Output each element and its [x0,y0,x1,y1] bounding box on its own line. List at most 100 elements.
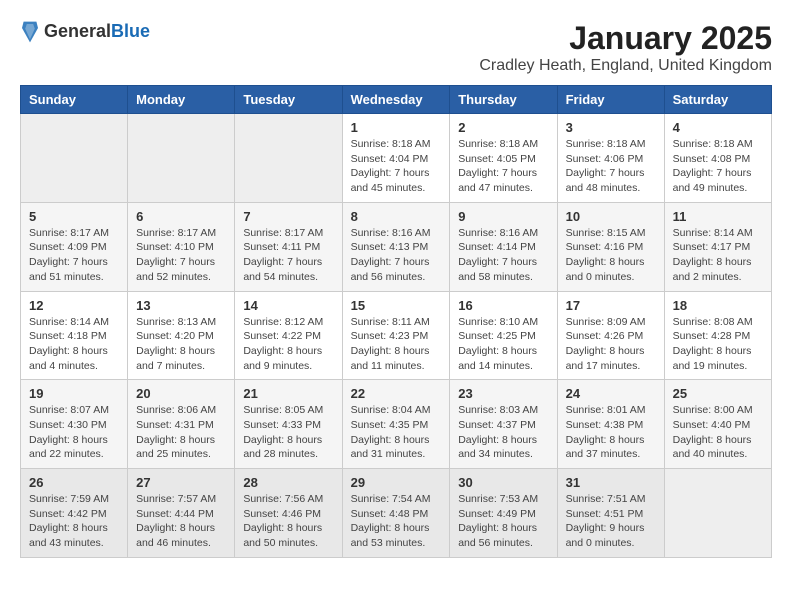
day-info: Sunrise: 8:18 AM Sunset: 4:06 PM Dayligh… [566,137,656,196]
calendar-day-cell [235,114,342,203]
day-number: 20 [136,386,226,401]
calendar-day-cell: 9 Sunrise: 8:16 AM Sunset: 4:14 PM Daylig… [450,202,557,291]
calendar-day-cell: 20Sunrise: 8:06 AM Sunset: 4:31 PM Dayli… [128,380,235,469]
day-number: 4 [673,120,763,135]
calendar-day-cell: 8Sunrise: 8:16 AM Sunset: 4:13 PM Daylig… [342,202,450,291]
calendar-day-cell: 4Sunrise: 8:18 AM Sunset: 4:08 PM Daylig… [664,114,771,203]
calendar: SundayMondayTuesdayWednesdayThursdayFrid… [20,85,772,558]
day-number: 27 [136,475,226,490]
day-number: 18 [673,298,763,313]
day-info: Sunrise: 8:05 AM Sunset: 4:33 PM Dayligh… [243,403,333,462]
day-info: Sunrise: 8:14 AM Sunset: 4:17 PM Dayligh… [673,226,763,285]
calendar-day-cell: 7 Sunrise: 8:17 AM Sunset: 4:11 PM Daylig… [235,202,342,291]
day-info: Sunrise: 7:57 AM Sunset: 4:44 PM Dayligh… [136,492,226,551]
day-number: 25 [673,386,763,401]
day-info: Sunrise: 8:15 AM Sunset: 4:16 PM Dayligh… [566,226,656,285]
calendar-day-cell: 13Sunrise: 8:13 AM Sunset: 4:20 PM Dayli… [128,291,235,380]
calendar-day-cell: 24 Sunrise: 8:01 AM Sunset: 4:38 PM Dayli… [557,380,664,469]
day-info: Sunrise: 8:00 AM Sunset: 4:40 PM Dayligh… [673,403,763,462]
day-info: Sunrise: 8:17 AM Sunset: 4:11 PM Dayligh… [243,226,333,285]
day-info: Sunrise: 8:17 AM Sunset: 4:10 PM Dayligh… [136,226,226,285]
calendar-day-cell: 14Sunrise: 8:12 AM Sunset: 4:22 PM Dayli… [235,291,342,380]
day-number: 9 [458,209,548,224]
calendar-day-cell [21,114,128,203]
day-info: Sunrise: 8:08 AM Sunset: 4:28 PM Dayligh… [673,315,763,374]
weekday-header: Friday [557,86,664,114]
calendar-day-cell: 21Sunrise: 8:05 AM Sunset: 4:33 PM Dayli… [235,380,342,469]
calendar-week-row: 19 Sunrise: 8:07 AM Sunset: 4:30 PM Dayli… [21,380,772,469]
calendar-day-cell [128,114,235,203]
month-title: January 2025 [479,20,772,57]
day-info: Sunrise: 8:09 AM Sunset: 4:26 PM Dayligh… [566,315,656,374]
page-header: GeneralBlue January 2025 Cradley Heath, … [20,20,772,75]
day-number: 10 [566,209,656,224]
day-info: Sunrise: 8:16 AM Sunset: 4:14 PM Dayligh… [458,226,548,285]
day-info: Sunrise: 8:18 AM Sunset: 4:05 PM Dayligh… [458,137,548,196]
logo-blue: Blue [111,21,150,41]
calendar-day-cell: 10 Sunrise: 8:15 AM Sunset: 4:16 PM Dayli… [557,202,664,291]
day-info: Sunrise: 8:17 AM Sunset: 4:09 PM Dayligh… [29,226,119,285]
logo: GeneralBlue [20,20,150,44]
calendar-day-cell: 17Sunrise: 8:09 AM Sunset: 4:26 PM Dayli… [557,291,664,380]
weekday-header: Saturday [664,86,771,114]
location-title: Cradley Heath, England, United Kingdom [479,57,772,75]
logo-text: GeneralBlue [44,22,150,42]
calendar-day-cell: 11 Sunrise: 8:14 AM Sunset: 4:17 PM Dayli… [664,202,771,291]
weekday-header: Wednesday [342,86,450,114]
day-info: Sunrise: 8:16 AM Sunset: 4:13 PM Dayligh… [351,226,442,285]
calendar-day-cell: 6 Sunrise: 8:17 AM Sunset: 4:10 PM Daylig… [128,202,235,291]
day-number: 1 [351,120,442,135]
calendar-day-cell: 12 Sunrise: 8:14 AM Sunset: 4:18 PM Dayli… [21,291,128,380]
logo-general: General [44,21,111,41]
calendar-day-cell: 27 Sunrise: 7:57 AM Sunset: 4:44 PM Dayli… [128,469,235,558]
day-number: 7 [243,209,333,224]
title-block: January 2025 Cradley Heath, England, Uni… [479,20,772,75]
day-info: Sunrise: 7:51 AM Sunset: 4:51 PM Dayligh… [566,492,656,551]
day-number: 22 [351,386,442,401]
weekday-header: Tuesday [235,86,342,114]
day-number: 6 [136,209,226,224]
day-number: 26 [29,475,119,490]
calendar-day-cell: 31 Sunrise: 7:51 AM Sunset: 4:51 PM Dayli… [557,469,664,558]
day-info: Sunrise: 8:07 AM Sunset: 4:30 PM Dayligh… [29,403,119,462]
calendar-day-cell [664,469,771,558]
day-info: Sunrise: 7:53 AM Sunset: 4:49 PM Dayligh… [458,492,548,551]
calendar-day-cell: 2Sunrise: 8:18 AM Sunset: 4:05 PM Daylig… [450,114,557,203]
weekday-header: Thursday [450,86,557,114]
day-info: Sunrise: 7:56 AM Sunset: 4:46 PM Dayligh… [243,492,333,551]
day-number: 31 [566,475,656,490]
day-number: 28 [243,475,333,490]
calendar-day-cell: 23 Sunrise: 8:03 AM Sunset: 4:37 PM Dayli… [450,380,557,469]
calendar-week-row: 5 Sunrise: 8:17 AM Sunset: 4:09 PM Daylig… [21,202,772,291]
calendar-day-cell: 16 Sunrise: 8:10 AM Sunset: 4:25 PM Dayli… [450,291,557,380]
day-info: Sunrise: 8:14 AM Sunset: 4:18 PM Dayligh… [29,315,119,374]
day-number: 11 [673,209,763,224]
weekday-header: Monday [128,86,235,114]
day-info: Sunrise: 8:10 AM Sunset: 4:25 PM Dayligh… [458,315,548,374]
calendar-day-cell: 28 Sunrise: 7:56 AM Sunset: 4:46 PM Dayli… [235,469,342,558]
day-number: 30 [458,475,548,490]
day-number: 5 [29,209,119,224]
calendar-day-cell: 26 Sunrise: 7:59 AM Sunset: 4:42 PM Dayli… [21,469,128,558]
day-info: Sunrise: 8:04 AM Sunset: 4:35 PM Dayligh… [351,403,442,462]
calendar-day-cell: 3Sunrise: 8:18 AM Sunset: 4:06 PM Daylig… [557,114,664,203]
calendar-day-cell: 25 Sunrise: 8:00 AM Sunset: 4:40 PM Dayli… [664,380,771,469]
calendar-day-cell: 18 Sunrise: 8:08 AM Sunset: 4:28 PM Dayli… [664,291,771,380]
day-info: Sunrise: 8:13 AM Sunset: 4:20 PM Dayligh… [136,315,226,374]
day-number: 29 [351,475,442,490]
calendar-week-row: 26 Sunrise: 7:59 AM Sunset: 4:42 PM Dayli… [21,469,772,558]
calendar-header-row: SundayMondayTuesdayWednesdayThursdayFrid… [21,86,772,114]
calendar-day-cell: 22 Sunrise: 8:04 AM Sunset: 4:35 PM Dayli… [342,380,450,469]
day-number: 14 [243,298,333,313]
day-number: 23 [458,386,548,401]
day-info: Sunrise: 7:59 AM Sunset: 4:42 PM Dayligh… [29,492,119,551]
day-number: 12 [29,298,119,313]
day-info: Sunrise: 8:01 AM Sunset: 4:38 PM Dayligh… [566,403,656,462]
day-number: 19 [29,386,119,401]
calendar-week-row: 1Sunrise: 8:18 AM Sunset: 4:04 PM Daylig… [21,114,772,203]
day-info: Sunrise: 8:11 AM Sunset: 4:23 PM Dayligh… [351,315,442,374]
day-number: 16 [458,298,548,313]
calendar-day-cell: 19 Sunrise: 8:07 AM Sunset: 4:30 PM Dayli… [21,380,128,469]
day-info: Sunrise: 8:03 AM Sunset: 4:37 PM Dayligh… [458,403,548,462]
day-number: 24 [566,386,656,401]
